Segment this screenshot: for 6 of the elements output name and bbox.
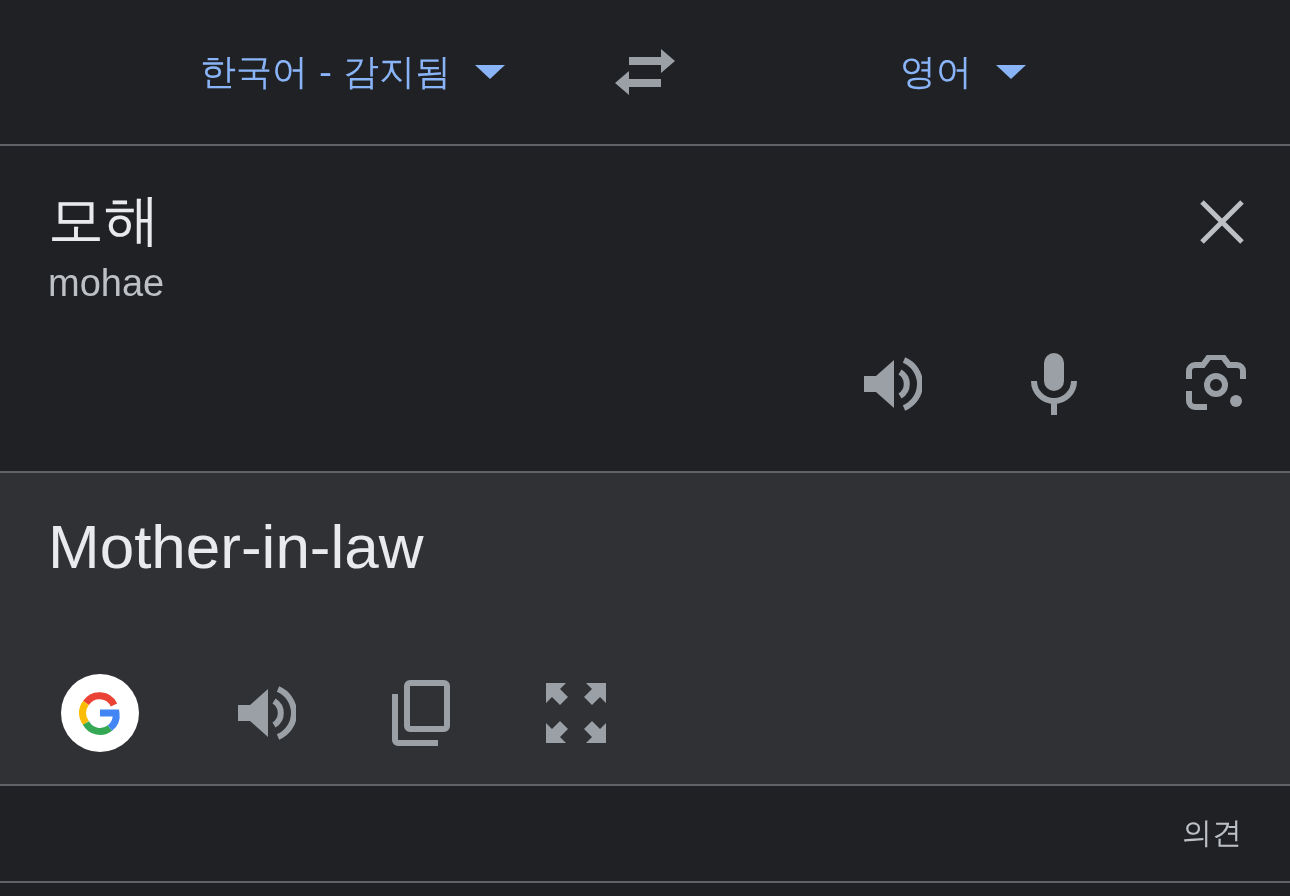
source-text[interactable]: 모해 (48, 180, 160, 260)
feedback-link[interactable]: 의견 (1182, 813, 1242, 854)
target-language-button[interactable]: 영어 (891, 39, 1034, 105)
translation-text: Mother-in-law (48, 511, 424, 583)
source-language-button[interactable]: 한국어 - 감지됨 (191, 39, 514, 105)
romanization: mohae (48, 262, 165, 305)
